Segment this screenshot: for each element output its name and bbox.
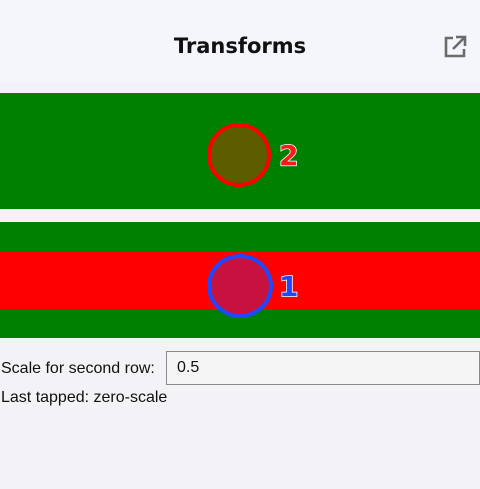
circle-1-label: 1 [278, 270, 299, 303]
target-circle-1[interactable] [207, 254, 273, 318]
scaled-row: 2 [0, 93, 480, 209]
target-circle-2[interactable] [207, 123, 271, 187]
base-row: 1 [0, 222, 480, 338]
scale-label: Scale for second row: [1, 360, 155, 377]
app-header: Transforms [0, 0, 480, 82]
open-in-new-icon[interactable] [441, 33, 469, 61]
circle-2-label: 2 [278, 139, 299, 172]
page-title: Transforms [173, 34, 307, 58]
scale-input[interactable] [166, 351, 480, 385]
last-tapped-status: Last tapped: zero-scale [1, 389, 168, 406]
